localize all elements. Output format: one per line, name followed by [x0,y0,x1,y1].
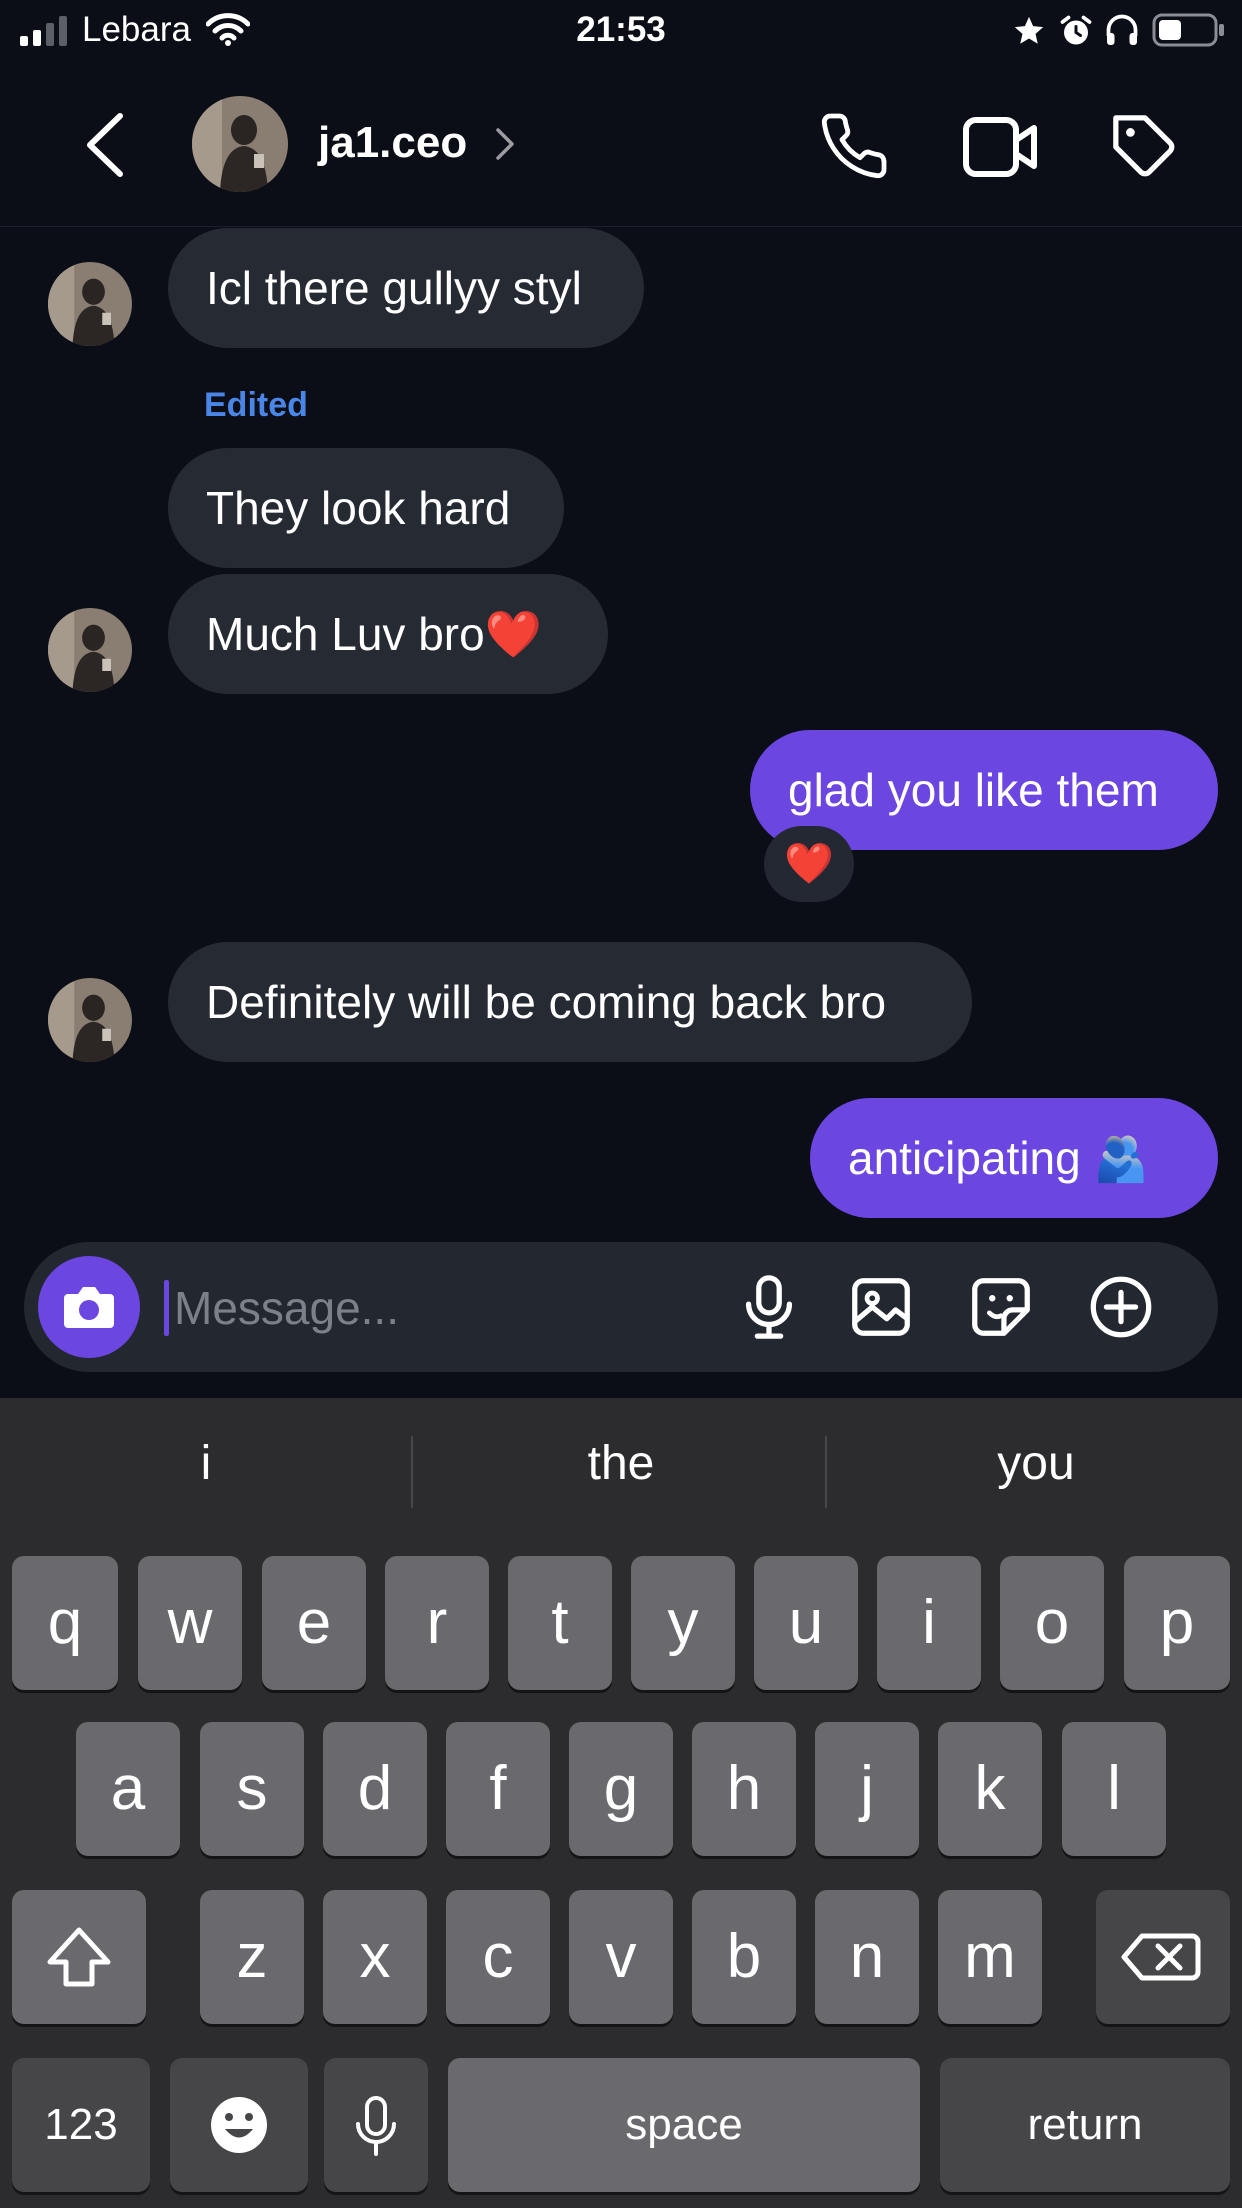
key[interactable]: d [323,1722,427,1856]
message-text: Much Luv bro [206,608,485,660]
chat-header: ja1.ceo [0,62,1242,227]
clock: 21:53 [576,10,666,49]
keyboard: i the you q w e r t y u i o p a s d f g … [0,1398,1242,2208]
message-text: They look hard [206,482,511,534]
hug-emoji: 🫂 [1093,1135,1149,1184]
key[interactable]: z [200,1890,304,2024]
key[interactable]: r [385,1556,489,1690]
message-bubble-outgoing[interactable]: anticipating 🫂 [810,1098,1218,1218]
phone-call-icon[interactable] [818,110,890,182]
avatar[interactable] [48,608,132,692]
key[interactable]: v [569,1890,673,2024]
emoji-icon [211,2097,267,2153]
heart-emoji: ❤️ [484,608,542,660]
star-icon [1014,16,1044,44]
text-caret [164,1280,169,1336]
message-text: Icl there gullyy styl [206,262,582,314]
battery-icon [1152,13,1224,47]
video-call-icon[interactable] [962,114,1038,180]
suggestion[interactable]: you [830,1436,1242,1491]
key[interactable]: h [692,1722,796,1856]
message-bubble-incoming[interactable]: Much Luv bro❤️ [168,574,608,694]
contact-username[interactable]: ja1.ceo [318,118,467,168]
space-key[interactable]: space [448,2058,920,2192]
back-arrow-icon[interactable] [82,110,130,180]
key[interactable]: f [446,1722,550,1856]
message-bubble-incoming[interactable]: Definitely will be coming back bro [168,942,972,1062]
key[interactable]: n [815,1890,919,2024]
key[interactable]: p [1124,1556,1230,1690]
suggestion[interactable]: i [0,1436,412,1491]
key[interactable]: g [569,1722,673,1856]
delete-key[interactable] [1096,1890,1230,2024]
heart-reaction-icon: ❤️ [784,842,834,886]
avatar[interactable] [192,96,288,192]
reaction-badge[interactable]: ❤️ [764,826,854,902]
avatar[interactable] [48,978,132,1062]
key[interactable]: q [12,1556,118,1690]
headphones-icon [1106,14,1138,45]
key[interactable]: o [1000,1556,1104,1690]
message-text: anticipating [848,1132,1081,1184]
tag-icon[interactable] [1110,112,1180,182]
sticker-icon[interactable] [966,1272,1036,1342]
shift-icon [47,1927,111,1987]
dictation-key[interactable] [324,2058,428,2192]
message-text: Definitely will be coming back bro [206,976,887,1028]
key[interactable]: w [138,1556,242,1690]
key[interactable]: s [200,1722,304,1856]
shift-key[interactable] [12,1890,146,2024]
key[interactable]: l [1062,1722,1166,1856]
avatar[interactable] [48,262,132,346]
divider [411,1436,413,1508]
microphone-icon [356,2096,396,2156]
camera-button[interactable] [38,1256,140,1358]
message-bubble-incoming[interactable]: They look hard [168,448,564,568]
emoji-key[interactable] [170,2058,308,2192]
status-bar: Lebara 21:53 [0,0,1242,62]
return-key[interactable]: return [940,2058,1230,2192]
divider [825,1436,827,1508]
key[interactable]: b [692,1890,796,2024]
chevron-right-icon[interactable] [494,126,516,162]
profile-photo [192,96,288,192]
suggestion[interactable]: the [415,1436,827,1491]
alarm-icon [1060,15,1092,45]
numbers-key[interactable]: 123 [12,2058,150,2192]
suggestion-bar: i the you [0,1398,1242,1546]
edited-label: Edited [204,386,308,424]
message-composer [24,1242,1218,1372]
backspace-icon [1121,1933,1201,1981]
message-text: glad you like them [788,764,1159,816]
camera-icon [64,1287,114,1328]
key[interactable]: a [76,1722,180,1856]
message-list[interactable]: Icl there gullyy styl Edited They look h… [0,226,1242,1236]
key[interactable]: j [815,1722,919,1856]
key[interactable]: m [938,1890,1042,2024]
key[interactable]: x [323,1890,427,2024]
key[interactable]: i [877,1556,981,1690]
key[interactable]: y [631,1556,735,1690]
key[interactable]: u [754,1556,858,1690]
microphone-icon[interactable] [734,1272,804,1342]
key[interactable]: e [262,1556,366,1690]
plus-icon[interactable] [1086,1272,1156,1342]
key[interactable]: t [508,1556,612,1690]
message-bubble-incoming[interactable]: Icl there gullyy styl [168,228,644,348]
key[interactable]: c [446,1890,550,2024]
key[interactable]: k [938,1722,1042,1856]
gallery-icon[interactable] [846,1272,916,1342]
message-input[interactable] [172,1272,716,1344]
